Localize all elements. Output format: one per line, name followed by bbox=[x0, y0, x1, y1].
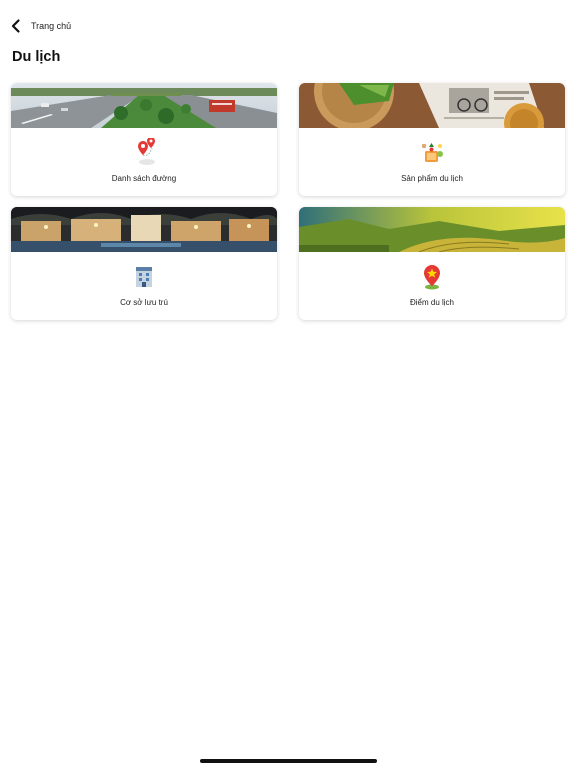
local-products-banner-image bbox=[299, 83, 565, 128]
card-road-list[interactable]: Danh sách đường bbox=[11, 83, 277, 196]
resort-night-banner-image bbox=[11, 207, 277, 252]
rice-terrace-banner-image bbox=[299, 207, 565, 252]
back-button[interactable]: Trang chủ bbox=[8, 14, 71, 38]
card-label: Sản phẩm du lịch bbox=[401, 174, 463, 183]
back-button-label: Trang chủ bbox=[31, 21, 72, 31]
card-label: Điểm du lịch bbox=[409, 298, 454, 307]
chevron-left-icon bbox=[11, 19, 20, 33]
home-indicator[interactable] bbox=[200, 759, 377, 763]
souvenir-products-icon bbox=[422, 143, 443, 162]
card-label: Danh sách đường bbox=[111, 174, 177, 183]
navigation-bar: Trang chủ bbox=[0, 0, 576, 50]
card-tourist-destinations[interactable]: Điểm du lịch bbox=[299, 207, 565, 320]
card-label: Cơ sở lưu trú bbox=[120, 298, 168, 307]
map-pins-icon bbox=[138, 138, 155, 165]
highway-banner-image bbox=[11, 83, 277, 128]
location-star-pin-icon bbox=[424, 265, 440, 290]
hotel-icon bbox=[136, 267, 152, 287]
card-accommodation[interactable]: Cơ sở lưu trú bbox=[11, 207, 277, 320]
card-tourism-products[interactable]: Sản phẩm du lịch bbox=[299, 83, 565, 196]
page-title: Du lịch bbox=[12, 49, 61, 65]
